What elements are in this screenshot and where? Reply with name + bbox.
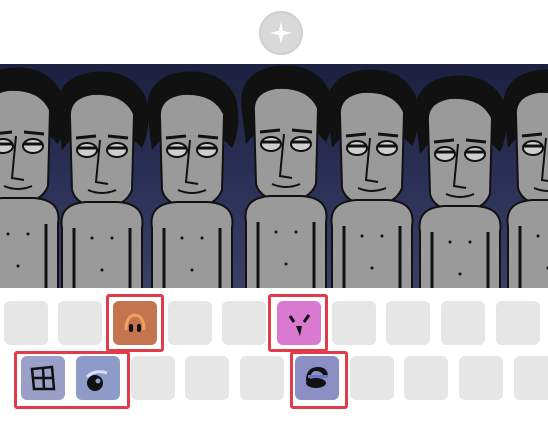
- sound-slot[interactable]: [168, 301, 212, 345]
- character-3[interactable]: [145, 70, 240, 288]
- top-bar: [0, 0, 548, 64]
- highlight-frame: [14, 351, 130, 409]
- sound-slot[interactable]: [222, 301, 266, 345]
- characters-group: [0, 64, 548, 288]
- sparkle-button[interactable]: [259, 11, 303, 55]
- character-2[interactable]: [55, 70, 150, 288]
- highlight-frame: [268, 294, 328, 352]
- sound-slot[interactable]: [4, 301, 48, 345]
- sound-slot[interactable]: [459, 356, 503, 400]
- character-4[interactable]: [239, 64, 334, 288]
- sound-tray: [0, 288, 548, 431]
- sound-slot[interactable]: [404, 356, 448, 400]
- sound-slot[interactable]: [386, 301, 430, 345]
- character-7[interactable]: [501, 68, 548, 288]
- sound-slot[interactable]: [58, 301, 102, 345]
- sound-slot[interactable]: [496, 301, 540, 345]
- sound-slot[interactable]: [332, 301, 376, 345]
- highlight-frame: [290, 351, 348, 409]
- sound-slot[interactable]: [131, 356, 175, 400]
- highlight-frame: [106, 294, 164, 352]
- sound-slot[interactable]: [441, 301, 485, 345]
- character-stage: [0, 64, 548, 288]
- character-1[interactable]: [0, 66, 66, 288]
- character-5[interactable]: [325, 68, 420, 288]
- sound-slot[interactable]: [350, 356, 394, 400]
- sound-slot[interactable]: [185, 356, 229, 400]
- sound-slot[interactable]: [514, 356, 548, 400]
- sound-slot[interactable]: [240, 356, 284, 400]
- character-6[interactable]: [413, 74, 508, 288]
- sparkle-icon: [270, 22, 292, 44]
